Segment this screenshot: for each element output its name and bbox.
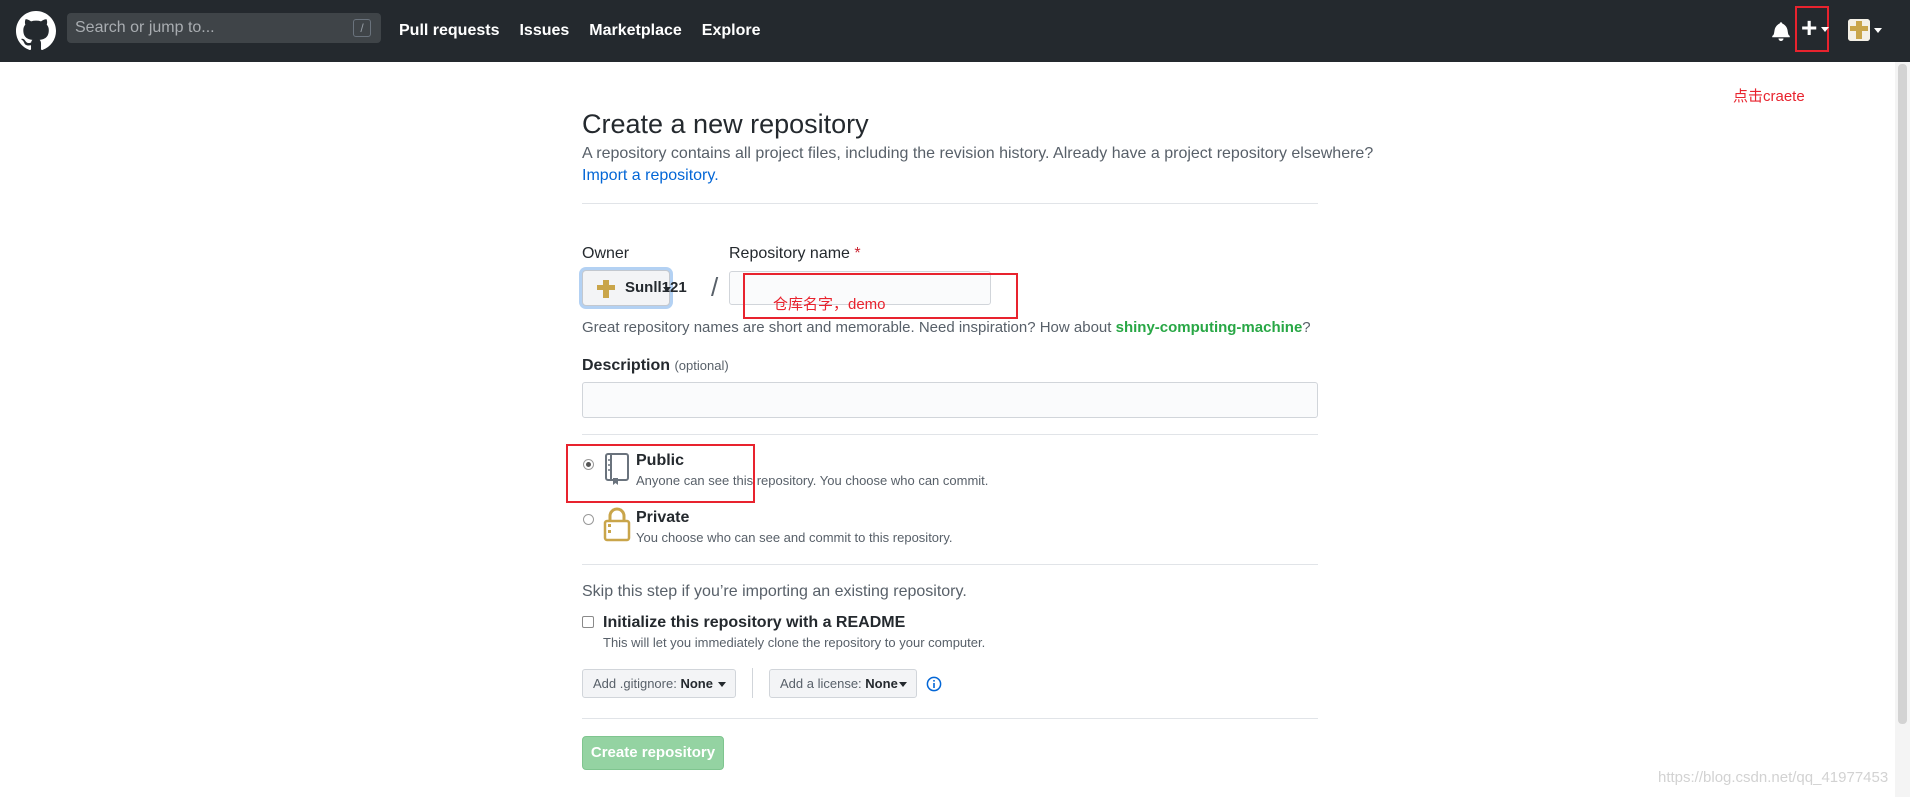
caret-down-icon (718, 682, 726, 687)
readme-checkbox[interactable] (582, 616, 594, 628)
bell-icon[interactable] (1772, 21, 1790, 41)
avatar-caret-icon[interactable] (1874, 28, 1882, 33)
optional-tag: (optional) (674, 358, 729, 373)
repo-name-hint: Great repository names are short and mem… (582, 318, 1311, 338)
avatar[interactable] (1848, 19, 1870, 41)
hint-suggestion[interactable]: shiny-computing-machine (1116, 319, 1303, 336)
lock-icon (603, 507, 631, 542)
description-label-text: Description (582, 357, 671, 374)
annotation-click-create: 点击craete (1733, 88, 1805, 105)
skip-step-text: Skip this step if you’re importing an ex… (582, 583, 967, 600)
divider (582, 564, 1318, 565)
gitignore-select[interactable]: Add .gitignore: None (582, 669, 736, 698)
divider (582, 718, 1318, 719)
github-logo-icon[interactable] (16, 11, 56, 51)
owner-repo-separator: / (711, 272, 719, 302)
license-label: Add a license: (780, 676, 862, 691)
license-value: None (865, 676, 898, 691)
owner-select[interactable]: Sunll121 (582, 270, 687, 306)
create-repository-button[interactable]: Create repository (582, 736, 724, 770)
nav-issues[interactable]: Issues (519, 20, 569, 42)
top-header: / Pull requests Issues Marketplace Explo… (0, 0, 1910, 62)
info-icon[interactable] (926, 676, 942, 692)
readme-desc: This will let you immediately clone the … (603, 635, 986, 650)
divider (752, 668, 753, 698)
main-nav: Pull requests Issues Marketplace Explore (399, 20, 780, 42)
hint-suffix: ? (1302, 319, 1311, 336)
owner-identicon-icon (596, 279, 616, 299)
readme-label: Initialize this repository with a README (603, 614, 906, 631)
page-title: Create a new repository (582, 109, 869, 139)
repo-name-label-text: Repository name (729, 245, 850, 262)
scrollbar-thumb[interactable] (1898, 64, 1907, 724)
gitignore-label: Add .gitignore: (593, 676, 677, 691)
private-radio[interactable] (583, 514, 594, 525)
private-option-title: Private (636, 509, 690, 526)
search-box: / (67, 13, 381, 43)
import-repository-link[interactable]: Import a repository. (582, 165, 719, 187)
description-input[interactable] (582, 382, 1318, 418)
annotation-box-public (566, 444, 755, 503)
watermark: https://blog.csdn.net/qq_41977453 (1658, 769, 1889, 786)
caret-down-icon (899, 682, 907, 687)
caret-down-icon (663, 287, 671, 292)
plus-icon: + (1801, 12, 1818, 43)
divider (582, 434, 1318, 435)
owner-name: Sunll121 (625, 279, 687, 296)
nav-explore[interactable]: Explore (702, 20, 761, 42)
annotation-repo-name: 仓库名字，demo (773, 296, 886, 313)
search-input[interactable] (67, 13, 337, 43)
repo-name-label: Repository name * (729, 244, 861, 264)
page-subtitle: A repository contains all project files,… (582, 145, 1374, 162)
caret-down-icon (1821, 27, 1829, 32)
required-mark: * (854, 245, 861, 262)
gitignore-value: None (680, 676, 713, 691)
nav-marketplace[interactable]: Marketplace (589, 20, 682, 42)
description-label: Description (optional) (582, 356, 729, 376)
owner-label: Owner (582, 245, 630, 262)
create-new-menu[interactable]: + (1795, 6, 1829, 52)
identicon-icon (1848, 19, 1870, 41)
private-option-desc: You choose who can see and commit to thi… (636, 530, 953, 545)
nav-pull-requests[interactable]: Pull requests (399, 20, 499, 42)
search-shortcut-key: / (353, 19, 371, 37)
divider (582, 203, 1318, 204)
license-select[interactable]: Add a license: None (769, 669, 917, 698)
hint-text: Great repository names are short and mem… (582, 319, 1116, 336)
